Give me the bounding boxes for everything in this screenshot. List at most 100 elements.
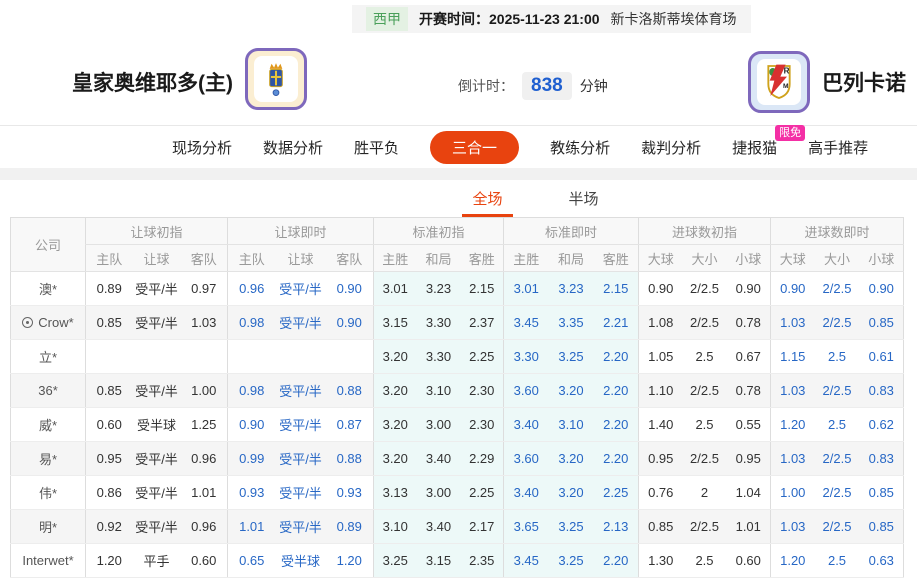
company-cell[interactable]: 威*: [11, 408, 86, 442]
odds-cell: 2.13: [594, 510, 639, 544]
odds-cell: 3.20: [374, 340, 417, 374]
odds-cell: 受平/半: [276, 442, 326, 476]
odds-cell: 2/2.5: [683, 306, 727, 340]
odds-cell: 2/2.5: [815, 306, 860, 340]
odds-cell: 0.90: [326, 306, 374, 340]
table-row: Crow*0.85受平/半1.030.98受平/半0.903.153.302.3…: [11, 306, 904, 340]
tab-three-in-one[interactable]: 三合一: [430, 131, 519, 164]
odds-cell: 1.03: [771, 510, 815, 544]
odds-cell: 0.96: [181, 442, 228, 476]
odds-cell: 0.85: [860, 306, 904, 340]
table-row: Interwet*1.20平手0.600.65受半球1.203.253.152.…: [11, 544, 904, 578]
odds-cell: 1.08: [639, 306, 683, 340]
company-cell[interactable]: Crow*: [11, 306, 86, 340]
odds-cell: 0.95: [727, 442, 771, 476]
column-header: 让球: [276, 245, 326, 272]
league-badge[interactable]: 西甲: [366, 7, 408, 31]
tab-win-draw-lose[interactable]: 胜平负: [354, 137, 399, 158]
odds-cell: 3.23: [417, 272, 461, 306]
odds-cell: 0.67: [727, 340, 771, 374]
column-header: 让球: [133, 245, 181, 272]
company-cell[interactable]: Interwet*: [11, 544, 86, 578]
away-crest-icon: R M: [762, 62, 796, 102]
odds-cell: 受平/半: [276, 476, 326, 510]
odds-cell: 2/2.5: [815, 374, 860, 408]
odds-cell: 2.21: [594, 306, 639, 340]
odds-cell: 2.5: [815, 340, 860, 374]
group-header-standard-initial: 标准初指: [374, 218, 504, 245]
odds-cell: 3.20: [549, 476, 594, 510]
svg-text:M: M: [783, 83, 789, 90]
odds-cell: 2.25: [594, 476, 639, 510]
odds-cell: 3.01: [374, 272, 417, 306]
odds-cell: 受平/半: [133, 272, 181, 306]
odds-cell: 2.30: [461, 374, 504, 408]
company-cell[interactable]: 伟*: [11, 476, 86, 510]
match-header: 西甲 开赛时间：2025-11-23 21:00 新卡洛斯蒂埃体育场 皇家奥维耶…: [0, 0, 917, 126]
odds-cell: 受平/半: [133, 306, 181, 340]
company-cell[interactable]: 明*: [11, 510, 86, 544]
odds-cell: 3.60: [504, 442, 549, 476]
odds-cell: 受平/半: [133, 476, 181, 510]
column-header: 和局: [417, 245, 461, 272]
ball-icon: [22, 317, 33, 328]
odds-cell: 2/2.5: [815, 272, 860, 306]
odds-cell: 3.20: [374, 374, 417, 408]
odds-cell: 2/2.5: [815, 476, 860, 510]
company-cell[interactable]: 36*: [11, 374, 86, 408]
odds-cell: 2/2.5: [683, 442, 727, 476]
odds-cell: 1.03: [771, 442, 815, 476]
odds-cell: 0.90: [860, 272, 904, 306]
odds-cell: 0.60: [727, 544, 771, 578]
odds-cell: 0.88: [326, 442, 374, 476]
odds-cell: [326, 340, 374, 374]
odds-cell: 0.90: [639, 272, 683, 306]
odds-cell: 受平/半: [276, 510, 326, 544]
odds-cell: 0.85: [860, 476, 904, 510]
home-crest-background: [254, 56, 298, 102]
odds-cell: 0.85: [86, 374, 133, 408]
company-cell[interactable]: 易*: [11, 442, 86, 476]
tab-referee-analysis[interactable]: 裁判分析: [641, 137, 701, 158]
tab-coach-analysis[interactable]: 教练分析: [550, 137, 610, 158]
odds-cell: 1.01: [727, 510, 771, 544]
odds-cell: 1.15: [771, 340, 815, 374]
odds-cell: 0.89: [326, 510, 374, 544]
tab-jiebao-cat[interactable]: 捷报猫 限免: [732, 137, 777, 158]
tab-live-analysis[interactable]: 现场分析: [172, 137, 232, 158]
odds-cell: 受平/半: [276, 408, 326, 442]
odds-cell: 0.78: [727, 374, 771, 408]
odds-cell: 2.35: [461, 544, 504, 578]
odds-cell: 0.90: [727, 272, 771, 306]
tab-data-analysis[interactable]: 数据分析: [263, 137, 323, 158]
odds-cell: 0.89: [86, 272, 133, 306]
countdown-label: 倒计时：: [458, 76, 514, 96]
company-cell[interactable]: 澳*: [11, 272, 86, 306]
odds-cell: 2.5: [815, 408, 860, 442]
scope-tabs: 全场 半场: [0, 180, 917, 217]
group-header-goals-initial: 进球数初指: [639, 218, 771, 245]
odds-cell: 0.61: [860, 340, 904, 374]
odds-cell: [276, 340, 326, 374]
odds-cell: 2/2.5: [815, 510, 860, 544]
odds-cell: 3.40: [417, 442, 461, 476]
odds-cell: 0.95: [639, 442, 683, 476]
tab-half-match[interactable]: 半场: [559, 182, 609, 217]
company-cell[interactable]: 立*: [11, 340, 86, 374]
odds-cell: [133, 340, 181, 374]
odds-cell: 2: [683, 476, 727, 510]
odds-cell: 0.90: [228, 408, 276, 442]
odds-cell: 0.85: [86, 306, 133, 340]
odds-cell: 0.62: [860, 408, 904, 442]
odds-cell: 1.03: [181, 306, 228, 340]
odds-cell: 3.20: [549, 442, 594, 476]
odds-cell: 0.88: [326, 374, 374, 408]
odds-cell: 0.60: [86, 408, 133, 442]
tab-full-match[interactable]: 全场: [462, 182, 512, 217]
tab-jiebao-cat-label: 捷报猫: [732, 140, 777, 157]
odds-cell: 2.20: [594, 340, 639, 374]
odds-cell: 3.20: [374, 442, 417, 476]
odds-cell: 受平/半: [133, 442, 181, 476]
odds-cell: 0.98: [228, 374, 276, 408]
tab-expert-picks[interactable]: 高手推荐: [808, 137, 868, 158]
